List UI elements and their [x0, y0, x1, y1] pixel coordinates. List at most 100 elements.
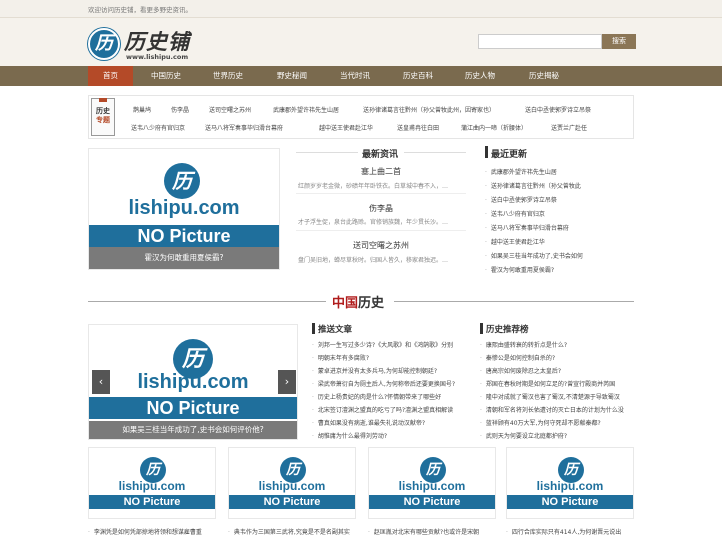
- topic-tag[interactable]: 蒲江曲内一啼（折腰体）: [461, 123, 527, 132]
- recent-item[interactable]: 送孙律诸葛言往黔州（孙父曾牧此: [485, 181, 633, 190]
- search-button[interactable]: 搜索: [602, 34, 636, 49]
- divider: [88, 301, 326, 302]
- thumbnail-caption[interactable]: 四行合库实际只有414人,为何谢晋元说出: [506, 527, 634, 536]
- recommended-item[interactable]: 胡惟庸为什么最得刘劳动?: [312, 431, 470, 440]
- news-item-desc: 才子浮生促，泉台此路赊。官修销族魏，年少贯长沙。…: [298, 219, 449, 226]
- ranking-item[interactable]: 郑国在春秋时期是如何立足的?曾宣行殿商并芮国: [480, 379, 634, 388]
- ranking-item[interactable]: 武则天为何要设立北庭都护府?: [480, 431, 634, 440]
- recommended-item[interactable]: 明朝末年有多腐败?: [312, 353, 470, 362]
- thumbnail-caption[interactable]: 李渊凭是如何凭部掠地将领和想谋雇曹重: [88, 527, 218, 536]
- recent-updates-title: 最近更新: [491, 150, 528, 160]
- recommended-item[interactable]: 曹真如果没有病逝,谁最失礼说动汉献帝?: [312, 418, 470, 427]
- recent-item[interactable]: 送马八将军奏事毕归滑台幕府: [485, 223, 633, 232]
- slider-caption[interactable]: 如果吴三桂当年成功了,史书会如何评价他?: [89, 421, 297, 439]
- topic-tag[interactable]: 送司空曙之苏州: [209, 105, 251, 114]
- news-item-title[interactable]: 送司空曙之苏州: [326, 240, 436, 251]
- ranking-item[interactable]: 隆中对成就了蜀汉也害了蜀汉,不清楚源于导致蜀汉: [480, 392, 634, 401]
- news-item-title[interactable]: 伤李晶: [326, 203, 436, 214]
- news-item-title[interactable]: 塞上曲二首: [326, 166, 436, 177]
- placeholder-no-picture: NO Picture: [89, 397, 297, 419]
- news-item-desc: 盘门吴旧地，蝉尽草秋时。归国人皆久，移家君独迟。…: [298, 257, 449, 264]
- placeholder-brand: lishipu.com: [258, 479, 326, 493]
- main-nav: 首页 中国历史 世界历史 野史秘闻 当代时讯 历史百科 历史人物 历史揭秘: [0, 66, 722, 86]
- topic-tag[interactable]: 伤李晶: [171, 105, 189, 114]
- recent-item[interactable]: 送韦八少府有官归京: [485, 209, 633, 218]
- thumbnail-image[interactable]: 历 lishipu.com NO Picture: [228, 447, 356, 519]
- logo-name[interactable]: 历史铺: [124, 26, 190, 56]
- nav-item-world-history[interactable]: 世界历史: [198, 66, 258, 86]
- logo-url: www.lishipu.com: [126, 53, 189, 61]
- placeholder-no-picture: NO Picture: [229, 495, 355, 509]
- recommended-item[interactable]: 蒙卓进京并没有太多兵马,为何却能控制朝廷?: [312, 366, 470, 375]
- banner-part1: 中国: [332, 296, 359, 311]
- header: 历 历史铺 www.lishipu.com 搜索: [0, 18, 722, 66]
- topic-icon-line1: 历史: [96, 107, 110, 115]
- divider: [296, 193, 466, 194]
- welcome-text: 欢迎访问历史铺，看更多野史资讯。: [88, 6, 192, 14]
- section-marker: [312, 323, 315, 334]
- placeholder-brand: lishipu.com: [398, 479, 466, 493]
- ranking-title: 历史推荐榜: [486, 325, 529, 335]
- nav-item-unofficial-history[interactable]: 野史秘闻: [262, 66, 322, 86]
- placeholder-logo-icon: 历: [164, 163, 200, 199]
- placeholder-brand: lishipu.com: [536, 479, 604, 493]
- logo-icon[interactable]: 历: [88, 28, 120, 60]
- thumbnail-image[interactable]: 历 lishipu.com NO Picture: [88, 447, 216, 519]
- nav-item-encyclopedia[interactable]: 历史百科: [388, 66, 448, 86]
- divider: [296, 230, 466, 231]
- topic-tag[interactable]: 送贾兰广赴任: [551, 123, 587, 132]
- ranking-item[interactable]: 康熙由盛转衰的转折点是什么?: [480, 340, 634, 349]
- slider-prev-icon[interactable]: ‹: [92, 370, 110, 394]
- topic-tag[interactable]: 武康郡外望许祎先生山居: [273, 105, 339, 114]
- featured-caption[interactable]: 霍汉为何敢重用夏侯霸?: [89, 247, 279, 269]
- recent-item[interactable]: 霍汉为何敢重用夏侯霸?: [485, 265, 633, 274]
- ranking-item[interactable]: 蓝祥顾有40万大军,为何守死却不愿献秦都?: [480, 418, 634, 427]
- placeholder-brand: lishipu.com: [128, 197, 240, 219]
- thumbnail-caption[interactable]: 典韦作为三国第三武将,究竟是不是名副其实: [228, 527, 358, 536]
- ranking-item[interactable]: 秦惨公是如何控制自杀的?: [480, 353, 634, 362]
- divider: [296, 152, 358, 153]
- thumbnail-image[interactable]: 历 lishipu.com NO Picture: [368, 447, 496, 519]
- topic-tag[interactable]: 送孙律诸葛言往黔州（孙父曾牧此州，因寄家也）: [363, 105, 495, 114]
- placeholder-no-picture: NO Picture: [369, 495, 495, 509]
- placeholder-no-picture: NO Picture: [89, 495, 215, 509]
- recent-item[interactable]: 武康郡外望许祎先生山居: [485, 167, 633, 176]
- divider: [394, 301, 634, 302]
- ranking-item[interactable]: 清朝和军名将刘长佑遭讨的灭亡日本的计划为什么没: [480, 405, 634, 414]
- topic-icon: 历史 专题: [91, 98, 115, 136]
- thumbnail-caption[interactable]: 赵匡胤对北宋有哪些贡献?也或许是宋朝: [368, 527, 498, 536]
- placeholder-brand: lishipu.com: [118, 479, 186, 493]
- latest-news-title: 最新资讯: [362, 150, 399, 160]
- nav-item-revelations[interactable]: 历史揭秘: [514, 66, 574, 86]
- topic-tag[interactable]: 送马八将军奏事毕归滑台幕府: [205, 123, 283, 132]
- recommended-item[interactable]: 梁武帝萧衍自为厕主后人,为何称帝后还要更换国号?: [312, 379, 470, 388]
- search-input[interactable]: [478, 34, 602, 49]
- thumbnail-image[interactable]: 历 lishipu.com NO Picture: [506, 447, 634, 519]
- nav-item-china-history[interactable]: 中国历史: [136, 66, 196, 86]
- slider-image[interactable]: 历 lishipu.com NO Picture 如果吴三桂当年成功了,史书会如…: [88, 324, 298, 440]
- recent-item[interactable]: 越中送王使君赴江华: [485, 237, 633, 246]
- nav-item-figures[interactable]: 历史人物: [450, 66, 510, 86]
- featured-image[interactable]: 历 lishipu.com NO Picture 霍汉为何敢重用夏侯霸?: [88, 148, 280, 270]
- topic-tag[interactable]: 送皇甫冉往白田: [397, 123, 439, 132]
- topic-tag[interactable]: 送韦八少府有官归京: [131, 123, 185, 132]
- topic-tag[interactable]: 鹊巢鸠: [133, 105, 151, 114]
- placeholder-no-picture: NO Picture: [89, 225, 279, 247]
- pin-icon: [99, 98, 107, 102]
- placeholder-brand: lishipu.com: [137, 371, 249, 393]
- topic-icon-line2: 专题: [96, 116, 110, 124]
- ranking-item[interactable]: 唐高宗如何废除忍之太皇后?: [480, 366, 634, 375]
- nav-item-home[interactable]: 首页: [88, 66, 133, 86]
- topic-tag-box: 历史 专题 鹊巢鸠 伤李晶 送司空曙之苏州 武康郡外望许祎先生山居 送孙律诸葛言…: [88, 95, 634, 139]
- topic-tag[interactable]: 送白中丞使郭罗诗立吊祭: [525, 105, 591, 114]
- section-banner-china-history: 中国历史: [332, 292, 384, 311]
- recent-item[interactable]: 如果吴三桂当年成功了,史书会如何: [485, 251, 633, 260]
- recent-item[interactable]: 送白中丞使郭罗诗立吊祭: [485, 195, 633, 204]
- recommended-item[interactable]: 刘邦一生写过多少诗?《大风歌》和《鸿鹄歌》分别: [312, 340, 470, 349]
- recommended-item[interactable]: 北宋签订澶渊之盟真的吃亏了吗?澶渊之盟真相解读: [312, 405, 470, 414]
- topic-tag[interactable]: 越中送王使君赴江华: [319, 123, 373, 132]
- nav-item-current-news[interactable]: 当代时讯: [325, 66, 385, 86]
- recommended-item[interactable]: 历史上杨贵妃的肉是什么?怀情朝带来了哪些好: [312, 392, 470, 401]
- section-marker: [485, 146, 488, 158]
- slider-next-icon[interactable]: ›: [278, 370, 296, 394]
